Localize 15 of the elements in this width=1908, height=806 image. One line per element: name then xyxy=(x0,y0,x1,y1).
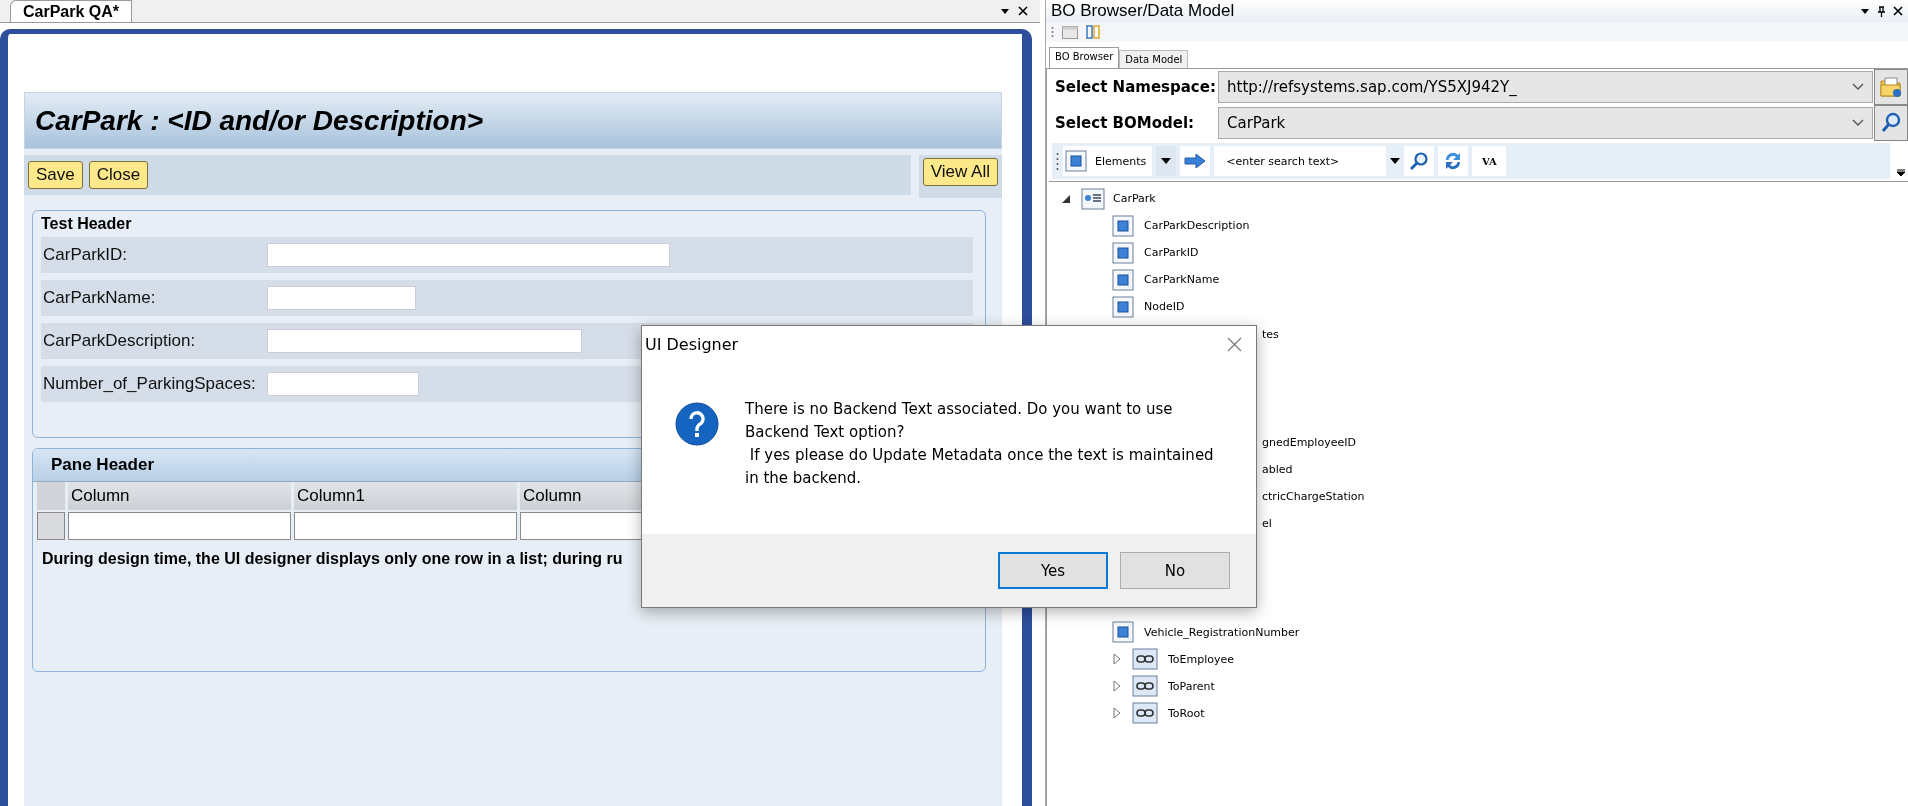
field-label: CarParkID: xyxy=(42,245,129,265)
column-header: Column1 xyxy=(294,482,517,510)
field-label: Number_of_ParkingSpaces: xyxy=(42,374,257,394)
section-title: Test Header xyxy=(41,215,133,233)
namespace-label: Select Namespace: xyxy=(1055,78,1217,96)
field-label: CarParkDescription: xyxy=(42,331,197,351)
dialog-title: UI Designer xyxy=(645,334,739,354)
design-note: During design time, the UI designer displays only one row in a list; during ru xyxy=(41,549,624,568)
column-header: Column xyxy=(68,482,291,510)
bomodel-label: Select BOModel: xyxy=(1055,114,1196,132)
pane-title: Pane Header xyxy=(51,455,154,475)
panel-title: BO Browser/Data Model xyxy=(1050,1,1235,21)
field-label: CarParkName: xyxy=(42,288,157,308)
form-title: CarPark : <ID and/or Description> xyxy=(24,92,1002,149)
dialog-message: There is no Backend Text associated. Do you want to use Backend Text option? If yes please do Update Metadata once the text is maintained in the backend. xyxy=(745,399,1214,489)
